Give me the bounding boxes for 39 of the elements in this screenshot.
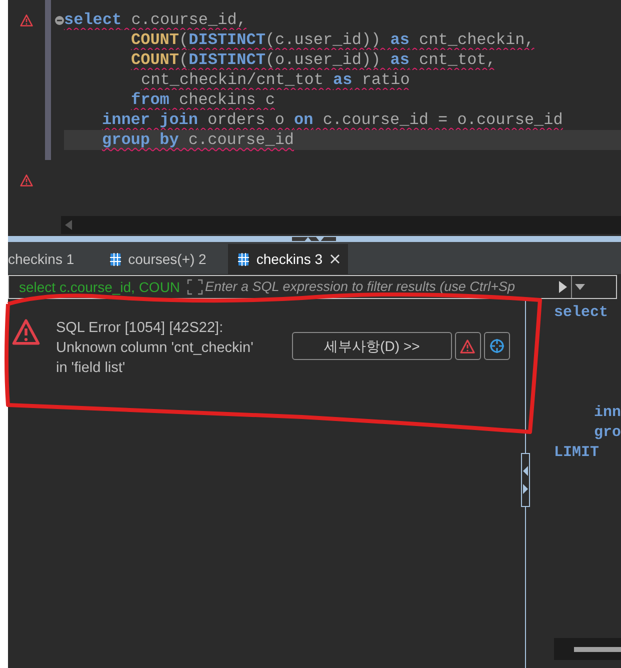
- result-tab[interactable]: checkins 1: [8, 244, 100, 274]
- filter-input[interactable]: Enter a SQL expression to filter results (use Ctrl+Sp: [204, 276, 555, 298]
- code-line: gro: [592, 423, 621, 443]
- error-message: Unknown column 'cnt_checkin': [56, 339, 254, 358]
- code-line: LIMIT: [554, 443, 600, 463]
- locate-button[interactable]: [484, 332, 510, 360]
- query-text: select c.course_id, COUN: [18, 278, 182, 297]
- error-message: in 'field list': [56, 359, 126, 378]
- error-log-button[interactable]: [454, 332, 481, 360]
- table-icon: [238, 252, 250, 266]
- horizontal-scrollbar[interactable]: [554, 638, 621, 660]
- tab-label[interactable]: checkins 1: [8, 248, 74, 270]
- right-arrow-icon[interactable]: [522, 484, 528, 494]
- filter-bar[interactable]: select c.course_id, COUN Enter a SQL expression to filter results (use Ctrl+Sp: [8, 275, 617, 299]
- close-icon[interactable]: [330, 254, 340, 264]
- code-line: inn: [592, 403, 621, 423]
- collapse-arrows-icon[interactable]: [302, 236, 326, 242]
- left-arrow-icon[interactable]: [522, 466, 528, 476]
- tab-label[interactable]: checkins 3: [256, 248, 322, 270]
- code-line: select: [554, 303, 609, 323]
- error-message: SQL Error [1054] [42S22]:: [56, 319, 224, 338]
- table-icon: [110, 252, 122, 266]
- caret-icon: [575, 284, 586, 290]
- error-marker-icon: [20, 174, 33, 186]
- crosshair-icon: [488, 338, 505, 354]
- details-button[interactable]: 세부사항(D) >>: [292, 332, 452, 360]
- panel-toggle[interactable]: [520, 453, 530, 507]
- warning-icon: [460, 338, 476, 354]
- error-marker-icon: [20, 14, 33, 26]
- result-tab[interactable]: checkins 3: [228, 244, 348, 274]
- tab-label[interactable]: courses(+) 2: [128, 248, 206, 270]
- scroll-thumb[interactable]: [574, 646, 621, 652]
- result-tab[interactable]: courses(+) 2: [100, 244, 228, 274]
- error-icon: [12, 318, 40, 346]
- collapse-icon[interactable]: [54, 16, 64, 24]
- horizontal-scrollbar[interactable]: [60, 216, 621, 234]
- expand-icon[interactable]: [186, 279, 203, 295]
- splitter-handle[interactable]: [291, 236, 338, 242]
- play-icon[interactable]: [558, 280, 568, 294]
